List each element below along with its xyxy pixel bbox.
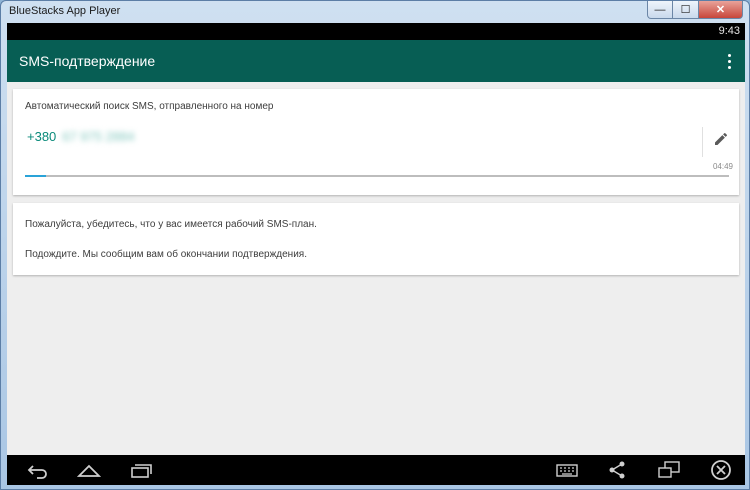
overflow-menu-icon[interactable] [719,50,739,72]
recent-apps-icon[interactable] [129,459,153,481]
home-icon[interactable] [77,459,101,481]
countdown-timer: 04:49 [712,162,733,171]
phone-country-code: +380 [27,129,57,144]
close-window-button[interactable]: ✕ [699,1,743,19]
maximize-button[interactable]: ☐ [673,1,699,19]
share-icon[interactable] [605,459,629,481]
status-time: 9:43 [718,25,740,37]
sms-plan-notice: Пожалуйста, убедитесь, что у вас имеется… [25,219,317,230]
back-icon[interactable] [25,459,49,481]
progress-bar [25,175,729,177]
vertical-divider [702,127,703,157]
wait-notice: Подождите. Мы сообщим вам об окончании п… [25,249,307,260]
phone-number: +380 67 975 2884 [27,129,135,144]
info-card: Пожалуйста, убедитесь, что у вас имеется… [13,203,739,275]
bluestacks-window: BlueStacks App Player — ☐ ✕ 9:43 SMS-под… [0,0,750,490]
app-bar: SMS-подтверждение [7,40,745,82]
android-screen: 9:43 SMS-подтверждение Автоматический по… [7,23,745,485]
page-title: SMS-подтверждение [19,53,156,69]
android-nav-bar [7,455,745,485]
window-title: BlueStacks App Player [9,5,121,17]
minimize-button[interactable]: — [647,1,673,19]
status-bar: 9:43 [7,23,745,40]
keyboard-icon[interactable] [555,459,579,481]
window-titlebar[interactable]: BlueStacks App Player — ☐ ✕ [1,1,749,23]
phone-number-hidden: 67 975 2884 [62,129,135,144]
close-circle-icon[interactable] [709,459,733,481]
verification-card: Автоматический поиск SMS, отправленного … [13,89,739,195]
screen-rotate-icon[interactable] [657,459,681,481]
window-controls: — ☐ ✕ [647,1,743,19]
progress-fill [25,175,47,177]
auto-search-text: Автоматический поиск SMS, отправленного … [25,101,274,112]
pencil-icon[interactable] [713,131,729,147]
